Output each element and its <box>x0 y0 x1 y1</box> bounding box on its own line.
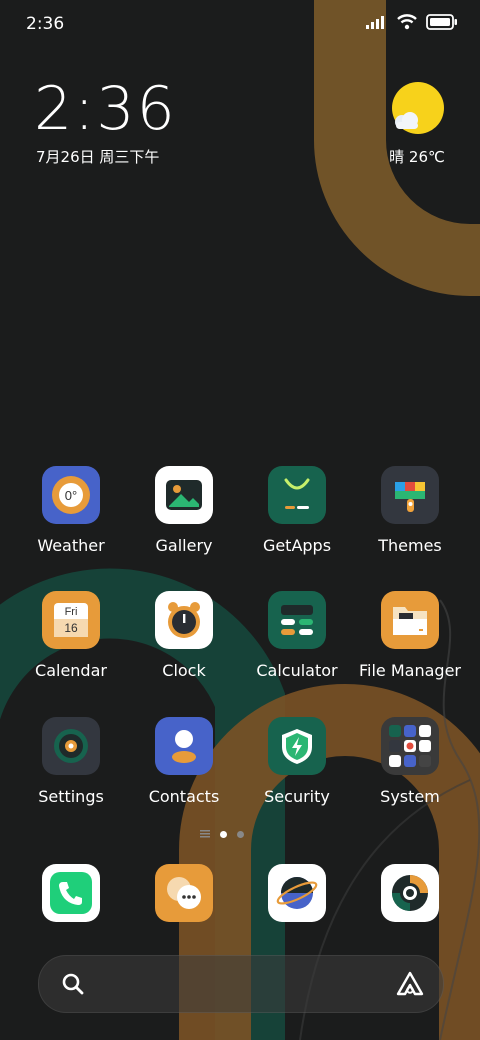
calculator-icon <box>268 591 326 649</box>
settings-icon <box>42 717 100 775</box>
browser-icon <box>268 864 326 922</box>
svg-text:0°: 0° <box>65 488 77 503</box>
app-label: Contacts <box>148 787 220 806</box>
menu-lines-icon <box>200 830 210 838</box>
app-label: Calculator <box>256 661 338 680</box>
contacts-icon <box>155 717 213 775</box>
app-contacts[interactable]: Contacts <box>127 717 239 817</box>
app-themes[interactable]: Themes <box>353 466 465 566</box>
sunny-icon <box>390 82 446 138</box>
assistant-icon[interactable] <box>395 970 425 998</box>
dock-messaging[interactable] <box>155 864 213 922</box>
page-dot <box>237 830 244 838</box>
security-icon <box>268 717 326 775</box>
app-label: File Manager <box>359 661 461 680</box>
svg-text:16: 16 <box>64 621 78 635</box>
app-calculator[interactable]: Calculator <box>240 591 352 691</box>
weather-widget[interactable]: 晴 26℃ <box>384 82 454 172</box>
app-gallery[interactable]: Gallery <box>127 466 239 566</box>
app-security[interactable]: Security <box>240 717 352 817</box>
app-label: Clock <box>162 661 206 680</box>
weather-widget-text: 晴 26℃ <box>389 148 445 166</box>
app-label: Themes <box>378 536 442 555</box>
search-icon <box>61 972 85 996</box>
page-dot-active <box>220 830 227 838</box>
app-label: Weather <box>37 536 105 555</box>
themes-icon <box>381 466 439 524</box>
app-settings[interactable]: Settings <box>14 717 126 817</box>
app-calendar[interactable]: Fri 16 Calendar <box>14 591 126 691</box>
svg-text:Fri: Fri <box>65 606 78 618</box>
app-file-manager[interactable]: File Manager <box>353 591 465 691</box>
app-clock[interactable]: Clock <box>127 591 239 691</box>
signal-icon <box>366 15 388 29</box>
camera-icon <box>381 864 439 922</box>
status-bar-time: 2:36 <box>26 14 65 34</box>
dock-camera[interactable] <box>381 864 439 922</box>
weather-icon: 0° <box>42 466 100 524</box>
app-system-folder[interactable]: System <box>353 717 465 817</box>
search-bar[interactable] <box>38 955 444 1013</box>
phone-icon <box>42 864 100 922</box>
messaging-icon <box>155 864 213 922</box>
app-label: Calendar <box>35 661 107 680</box>
getapps-icon <box>268 466 326 524</box>
calendar-icon: Fri 16 <box>42 591 100 649</box>
system-folder-icon <box>381 717 439 775</box>
app-label: GetApps <box>262 536 332 555</box>
status-icons <box>366 14 458 30</box>
app-label: Settings <box>38 787 104 806</box>
page-indicator[interactable] <box>200 830 244 838</box>
battery-icon <box>426 14 458 30</box>
clock-widget-date: 7月26日 周三下午 <box>36 148 160 166</box>
dock-browser[interactable] <box>268 864 326 922</box>
app-weather[interactable]: 0° Weather <box>14 466 126 566</box>
app-label: Security <box>264 787 330 806</box>
clock-widget-time[interactable]: 2:36 <box>34 74 177 144</box>
wifi-icon <box>397 14 417 30</box>
app-getapps[interactable]: GetApps <box>240 466 352 566</box>
app-label: System <box>380 787 440 806</box>
app-label: Gallery <box>155 536 213 555</box>
gallery-icon <box>155 466 213 524</box>
file-manager-icon <box>381 591 439 649</box>
dock-phone[interactable] <box>42 864 100 922</box>
clock-icon <box>155 591 213 649</box>
